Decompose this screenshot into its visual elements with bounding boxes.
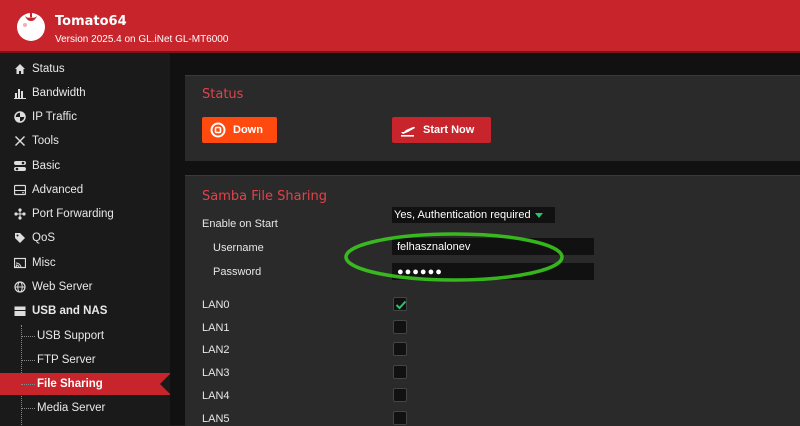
- sidebar-item-label: Web Server: [32, 281, 93, 293]
- tag-icon: [13, 231, 27, 245]
- folder-icon: [13, 304, 27, 318]
- tools-icon: [13, 134, 27, 148]
- sidebar-subitem-ftp-server[interactable]: FTP Server: [0, 349, 170, 371]
- panel-title: Samba File Sharing: [202, 189, 328, 204]
- button-label: Down: [233, 124, 263, 136]
- password-input[interactable]: ●●●●●●: [392, 263, 594, 280]
- lan2-checkbox[interactable]: [393, 342, 407, 356]
- down-button[interactable]: Down: [202, 117, 277, 143]
- tree-branch: [21, 407, 35, 409]
- tree-branch: [21, 335, 35, 337]
- sidebar-item-basic[interactable]: Basic: [0, 155, 170, 177]
- stop-icon: [210, 122, 226, 138]
- lan3-checkbox[interactable]: [393, 365, 407, 379]
- lan0-checkbox[interactable]: [393, 297, 407, 311]
- sidebar-item-label: File Sharing: [37, 378, 103, 390]
- tree-branch: [21, 359, 35, 361]
- lan5-checkbox[interactable]: [393, 411, 407, 425]
- sidebar-item-web-server[interactable]: Web Server: [0, 276, 170, 298]
- lan0-label: LAN0: [202, 299, 230, 311]
- app-header: Tomato64 Version 2025.4 on GL.iNet GL-MT…: [0, 0, 800, 51]
- username-label: Username: [213, 242, 264, 254]
- sidebar-item-label: Misc: [32, 257, 56, 269]
- enable-on-start-select[interactable]: Yes, Authentication required: [392, 207, 555, 223]
- lan1-checkbox[interactable]: [393, 320, 407, 334]
- sidebar-item-qos[interactable]: QoS: [0, 227, 170, 249]
- toggles-icon: [13, 159, 27, 173]
- sidebar-item-label: Advanced: [32, 184, 84, 196]
- status-panel: Status Down Start Now: [185, 75, 800, 161]
- network-icon: [13, 207, 27, 221]
- tomato-logo-icon[interactable]: [14, 8, 48, 42]
- cast-icon: [13, 256, 27, 270]
- sidebar-subitem-media-server[interactable]: Media Server: [0, 397, 170, 419]
- bar-chart-icon: [13, 86, 27, 100]
- sidebar-item-misc[interactable]: Misc: [0, 252, 170, 274]
- lan2-label: LAN2: [202, 344, 230, 356]
- sidebar-subitem-usb-support[interactable]: USB Support: [0, 325, 170, 347]
- lan5-label: LAN5: [202, 413, 230, 425]
- sidebar-item-label: USB Support: [37, 330, 105, 342]
- sidebar-item-ip-traffic[interactable]: IP Traffic: [0, 106, 170, 128]
- sidebar-item-status[interactable]: Status: [0, 58, 170, 80]
- lan3-label: LAN3: [202, 367, 230, 379]
- sidebar-item-label: FTP Server: [37, 354, 96, 366]
- sidebar-item-tools[interactable]: Tools: [0, 130, 170, 152]
- sidebar-item-label: USB and NAS: [32, 305, 108, 317]
- select-value: Yes, Authentication required: [394, 209, 531, 221]
- sidebar-subitem-file-sharing[interactable]: File Sharing: [0, 373, 171, 395]
- chevron-down-icon: [534, 212, 543, 218]
- home-icon: [13, 62, 27, 76]
- sidebar-item-port-forwarding[interactable]: Port Forwarding: [0, 203, 170, 225]
- sidebar-item-label: Basic: [32, 160, 61, 172]
- sidebar-item-label: Status: [32, 63, 65, 75]
- tree-branch: [21, 383, 35, 385]
- sidebar-item-label: Port Forwarding: [32, 208, 114, 220]
- lan1-label: LAN1: [202, 322, 230, 334]
- checkmark-icon: [395, 300, 407, 310]
- sidebar-item-label: Tools: [32, 135, 59, 147]
- lan4-checkbox[interactable]: [393, 388, 407, 402]
- username-input[interactable]: felhasznalonev: [392, 238, 594, 255]
- app-title: Tomato64: [55, 14, 127, 29]
- sidebar-item-advanced[interactable]: Advanced: [0, 179, 170, 201]
- pie-icon: [13, 110, 27, 124]
- sidebar-item-label: Media Server: [37, 402, 106, 414]
- takeoff-icon: [401, 126, 415, 137]
- sidebar-item-usb-and-nas[interactable]: USB and NAS: [0, 300, 170, 322]
- sidebar-item-label: IP Traffic: [32, 111, 77, 123]
- password-label: Password: [213, 266, 262, 278]
- lan4-label: LAN4: [202, 390, 230, 402]
- button-label: Start Now: [423, 124, 475, 136]
- globe-icon: [13, 280, 27, 294]
- hdd-icon: [13, 183, 27, 197]
- panel-title: Status: [202, 87, 244, 102]
- app-version: Version 2025.4 on GL.iNet GL-MT6000: [55, 34, 229, 45]
- start-now-button[interactable]: Start Now: [392, 117, 491, 143]
- sidebar-item-label: Bandwidth: [32, 87, 86, 99]
- enable-on-start-label: Enable on Start: [202, 218, 278, 230]
- sidebar-item-bandwidth[interactable]: Bandwidth: [0, 82, 170, 104]
- sidebar-item-label: QoS: [32, 232, 56, 244]
- samba-panel: Samba File Sharing Enable on Start Yes, …: [185, 175, 800, 426]
